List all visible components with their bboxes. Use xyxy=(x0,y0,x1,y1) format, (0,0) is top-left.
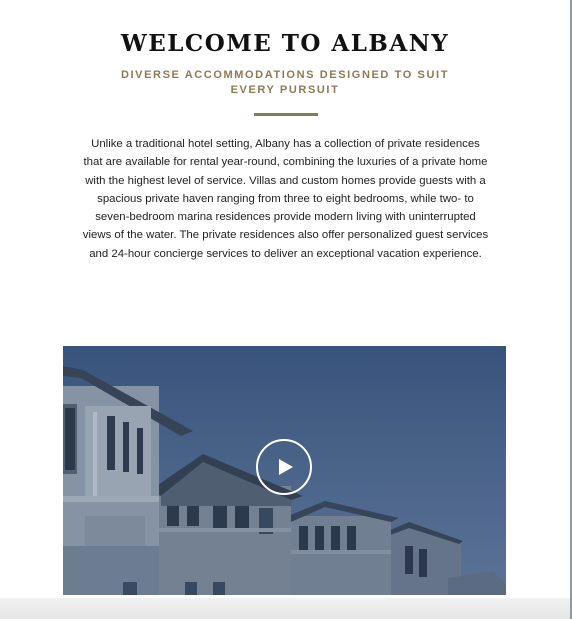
play-icon xyxy=(278,459,293,475)
play-button[interactable] xyxy=(256,439,312,495)
bottom-bar xyxy=(0,598,570,619)
page: WELCOME TO ALBANY DIVERSE ACCOMMODATIONS… xyxy=(0,0,570,619)
video-player[interactable] xyxy=(63,346,506,595)
intro-line: Unlike a traditional hotel setting, Alba… xyxy=(91,138,480,150)
intro-line: and 24-hour concierge services to delive… xyxy=(89,247,482,260)
page-subtitle: DIVERSE ACCOMMODATIONS DESIGNED TO SUIT … xyxy=(120,69,450,96)
intro-line: seven-bedroom marina residences provide … xyxy=(95,211,476,224)
page-title: WELCOME TO ALBANY xyxy=(120,30,450,57)
intro-line: spacious private haven ranging from thre… xyxy=(97,192,474,205)
accent-divider xyxy=(254,113,318,116)
intro-paragraph: Unlike a traditional hotel setting, Alba… xyxy=(80,135,491,263)
intro-line: that are available for rental year-round… xyxy=(83,156,488,169)
intro-line: with the highest level of service. Villa… xyxy=(85,174,486,187)
intro-line: views of the water. The private residenc… xyxy=(82,229,489,242)
